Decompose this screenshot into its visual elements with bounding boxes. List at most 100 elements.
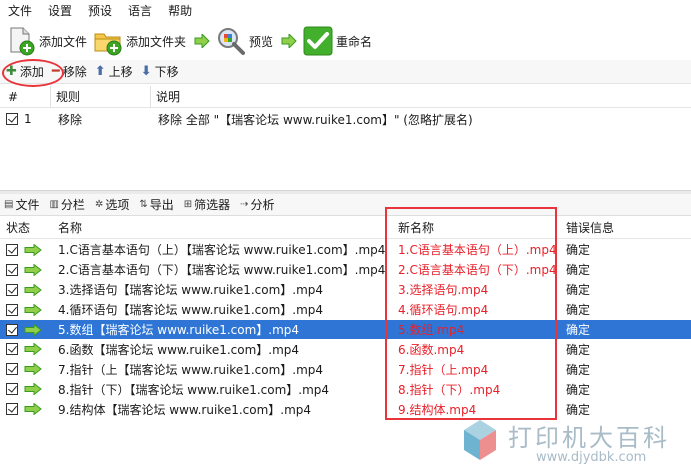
add-folder-label: 添加文件夹 [126, 34, 187, 49]
options-icon: ✲ [94, 199, 104, 210]
column-divider [50, 86, 51, 108]
columns-label: 分栏 [60, 198, 85, 212]
filter-label: 筛选器 [194, 198, 231, 212]
file-row-selected[interactable]: 5.数组【瑞客论坛 www.ruike1.com】.mp4 5.数组.mp4 确… [0, 319, 691, 340]
file-row[interactable]: 6.函数【瑞客论坛 www.ruike1.com】.mp4 6.函数.mp4 确… [0, 339, 691, 359]
file-checkbox[interactable] [6, 343, 18, 356]
menu-language[interactable]: 语言 [120, 0, 160, 22]
files-col-error[interactable]: 错误信息 [560, 219, 614, 236]
rules-col-description[interactable]: 说明 [150, 88, 180, 105]
move-down-button[interactable]: ⬇ 下移 [141, 63, 179, 80]
add-files-label: 添加文件 [39, 34, 88, 49]
green-arrow-icon [24, 363, 42, 376]
arrow-up-icon: ⬆ [94, 64, 106, 79]
file-status-text: 确定 [566, 303, 591, 318]
add-folder-button[interactable]: 添加文件夹 [93, 24, 186, 58]
green-arrow-icon [24, 323, 42, 336]
file-name: 5.数组【瑞客论坛 www.ruike1.com】.mp4 [58, 323, 300, 337]
file-row[interactable]: 8.指针（下）【瑞客论坛 www.ruike1.com】.mp4 8.指针（下）… [0, 379, 691, 399]
menu-help[interactable]: 帮助 [160, 0, 200, 22]
move-down-label: 下移 [154, 65, 179, 79]
file-status-text: 确定 [566, 323, 591, 337]
file-checkbox[interactable] [6, 263, 18, 276]
file-row[interactable]: 7.指针（上【瑞客论坛 www.ruike1.com】.mp4 7.指针（上.m… [0, 359, 691, 379]
file-name: 8.指针（下）【瑞客论坛 www.ruike1.com】.mp4 [58, 382, 330, 397]
file-name: 9.结构体【瑞客论坛 www.ruike1.com】.mp4 [58, 402, 312, 417]
rename-button[interactable]: 重命名 [303, 24, 372, 58]
file-name: 2.C语言基本语句（下）【瑞客论坛 www.ruike1.com】.mp4 [58, 263, 386, 278]
file-row[interactable]: 2.C语言基本语句（下）【瑞客论坛 www.ruike1.com】.mp4 2.… [0, 260, 691, 280]
main-toolbar: 添加文件 添加文件夹 预览 重命名 [0, 22, 691, 60]
file-status-text: 确定 [566, 342, 591, 357]
analyze-button[interactable]: ⇢ 分析 [240, 196, 274, 213]
green-arrow-icon [24, 243, 42, 256]
green-arrow-icon [24, 383, 42, 396]
preview-button[interactable]: 预览 [216, 24, 273, 58]
green-arrow-icon [24, 283, 42, 296]
green-arrow-icon [24, 263, 42, 276]
file-name: 1.C语言基本语句（上）【瑞客论坛 www.ruike1.com】.mp4 [58, 243, 386, 258]
rules-col-rule[interactable]: 规则 [50, 88, 150, 105]
files-table-header: 状态 名称 新名称 错误信息 [0, 217, 691, 239]
column-divider [150, 86, 151, 108]
columns-icon: ▥ [49, 199, 59, 210]
rules-col-number[interactable]: # [0, 90, 50, 104]
move-up-label: 上移 [108, 65, 133, 79]
options-button[interactable]: ✲ 选项 [95, 196, 129, 213]
menu-presets[interactable]: 预设 [80, 0, 120, 22]
move-up-button[interactable]: ⬆ 上移 [95, 63, 133, 80]
files-col-name[interactable]: 名称 [54, 219, 390, 236]
analyze-icon: ⇢ [240, 199, 249, 210]
watermark-text: 打印机大百科 [508, 424, 670, 452]
files-menu-button[interactable]: ▤ 文件 [4, 196, 39, 213]
file-name: 7.指针（上【瑞客论坛 www.ruike1.com】.mp4 [58, 362, 324, 377]
filter-button[interactable]: ⊞ 筛选器 [184, 196, 230, 213]
options-label: 选项 [105, 198, 130, 212]
file-name: 4.循环语句【瑞客论坛 www.ruike1.com】.mp4 [58, 303, 324, 318]
files-list: 1.C语言基本语句（上）【瑞客论坛 www.ruike1.com】.mp4 1.… [0, 240, 691, 419]
analyze-label: 分析 [250, 198, 275, 212]
file-checkbox[interactable] [6, 283, 18, 296]
watermark-url: www.djydbk.com [536, 450, 647, 465]
annotation-ellipse [2, 59, 64, 87]
add-files-button[interactable]: 添加文件 [6, 24, 87, 58]
file-checkbox[interactable] [6, 243, 18, 256]
rule-description: 移除 全部 "【瑞客论坛 www.ruike1.com】" (忽略扩展名) [158, 112, 473, 127]
file-status-text: 确定 [566, 263, 591, 278]
file-row[interactable]: 3.选择语句【瑞客论坛 www.ruike1.com】.mp4 3.选择语句.m… [0, 280, 691, 300]
green-arrow-icon [24, 343, 42, 356]
green-arrow-icon [24, 403, 42, 416]
preview-label: 预览 [249, 34, 274, 49]
files-menu-label: 文件 [15, 198, 40, 212]
site-watermark: 打印机大百科 www.djydbk.com [456, 408, 686, 472]
file-row[interactable]: 1.C语言基本语句（上）【瑞客论坛 www.ruike1.com】.mp4 1.… [0, 240, 691, 260]
file-status-text: 确定 [566, 243, 591, 258]
rule-name: 移除 [58, 112, 83, 127]
add-file-icon [6, 26, 36, 56]
menu-settings[interactable]: 设置 [40, 0, 80, 22]
add-folder-icon [93, 26, 123, 56]
rule-row[interactable]: 1 移除 移除 全部 "【瑞客论坛 www.ruike1.com】" (忽略扩展… [0, 108, 691, 130]
file-row[interactable]: 4.循环语句【瑞客论坛 www.ruike1.com】.mp4 4.循环语句.m… [0, 300, 691, 320]
file-checkbox[interactable] [6, 323, 18, 336]
green-arrow-icon [24, 303, 42, 316]
export-icon: ⇅ [139, 199, 148, 210]
menu-bar: 文件 设置 预设 语言 帮助 [0, 0, 691, 22]
rule-checkbox[interactable] [6, 113, 18, 125]
file-status-text: 确定 [566, 283, 591, 298]
arrow-down-icon: ⬇ [140, 64, 152, 79]
files-toolbar: ▤ 文件 ▥ 分栏 ✲ 选项 ⇅ 导出 ⊞ 筛选器 ⇢ 分析 [0, 194, 691, 216]
file-checkbox[interactable] [6, 303, 18, 316]
rule-number: 1 [24, 112, 32, 126]
file-name: 6.函数【瑞客论坛 www.ruike1.com】.mp4 [58, 342, 300, 357]
files-col-status[interactable]: 状态 [0, 219, 54, 236]
menu-file[interactable]: 文件 [0, 0, 40, 22]
file-checkbox[interactable] [6, 363, 18, 376]
export-button[interactable]: ⇅ 导出 [139, 196, 173, 213]
columns-button[interactable]: ▥ 分栏 [49, 196, 84, 213]
file-checkbox[interactable] [6, 383, 18, 396]
annotation-highlight-box [385, 207, 557, 420]
rename-label: 重命名 [336, 34, 373, 49]
file-name: 3.选择语句【瑞客论坛 www.ruike1.com】.mp4 [58, 283, 324, 298]
file-checkbox[interactable] [6, 403, 18, 416]
